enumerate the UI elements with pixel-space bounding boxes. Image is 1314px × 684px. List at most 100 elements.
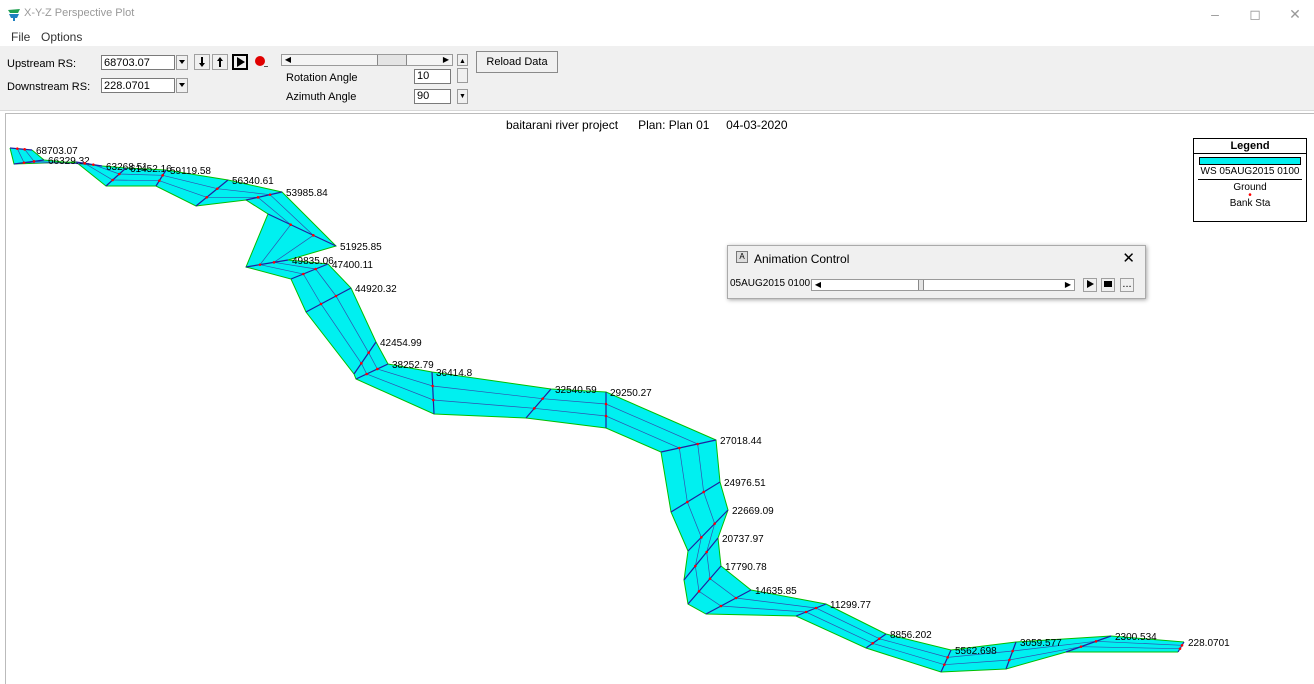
station-label: 56340.61 xyxy=(232,176,274,187)
upstream-label: Upstream RS: xyxy=(7,58,77,70)
bank-station-marker xyxy=(83,162,86,165)
legend-title: Legend xyxy=(1194,139,1306,154)
bank-station-marker xyxy=(302,272,305,276)
station-label: 29250.27 xyxy=(610,388,652,399)
bank-station-marker xyxy=(604,414,608,418)
bank-station-marker xyxy=(713,522,716,525)
rotation-spin[interactable] xyxy=(457,68,468,83)
bank-station-marker xyxy=(878,637,881,640)
arrow-up-icon xyxy=(217,57,223,67)
play-icon xyxy=(237,57,245,67)
anim-stop-button[interactable] xyxy=(1101,278,1115,292)
station-label: 8856.202 xyxy=(890,630,932,641)
azimuth-angle-input[interactable]: 90 xyxy=(414,89,451,104)
legend-ws-label: WS 05AUG2015 0100 xyxy=(1200,166,1300,177)
station-label: 27018.44 xyxy=(720,436,762,447)
bank-station-marker xyxy=(694,564,697,568)
reload-data-button[interactable]: Reload Data xyxy=(476,51,558,73)
bank-station-marker xyxy=(943,663,946,666)
bank-station-marker xyxy=(161,174,164,177)
station-label: 17790.78 xyxy=(725,562,767,573)
downstream-dropdown-icon[interactable] xyxy=(176,78,188,93)
anim-options-button[interactable]: ... xyxy=(1120,278,1134,292)
bank-station-marker xyxy=(1079,645,1083,648)
arrow-down-icon xyxy=(199,57,205,67)
step-down-button[interactable] xyxy=(194,54,210,70)
bank-station-marker xyxy=(32,160,36,163)
bank-station-marker xyxy=(334,294,338,298)
bank-station-marker xyxy=(705,550,708,554)
upstream-dropdown-icon[interactable] xyxy=(176,55,188,70)
rotation-scrollbar[interactable]: ◀ ▶ xyxy=(281,54,453,66)
menu-options[interactable]: Options xyxy=(41,30,82,44)
downstream-rs-select[interactable]: 228.0701 xyxy=(101,78,175,93)
station-label: 38252.79 xyxy=(392,360,434,371)
water-surface xyxy=(10,148,1184,672)
bank-station-marker xyxy=(319,302,323,306)
upstream-rs-select[interactable]: 68703.07 xyxy=(101,55,175,70)
bank-station-marker xyxy=(708,577,712,580)
play-button[interactable] xyxy=(232,54,248,70)
record-icon xyxy=(255,56,268,67)
scroll-left-icon[interactable]: ◀ xyxy=(282,55,294,65)
bank-station-marker xyxy=(205,196,208,199)
azimuth-angle-label: Azimuth Angle xyxy=(286,91,357,103)
close-button[interactable]: ✕ xyxy=(1280,4,1310,24)
bank-station-marker xyxy=(118,172,121,176)
bank-station-marker xyxy=(258,263,262,266)
animation-close-button[interactable]: ✕ xyxy=(1122,249,1135,267)
station-label: 11299.77 xyxy=(830,600,871,611)
river-plot-svg: 68703.0766329.3263268.5161452.1659119.58… xyxy=(9,146,1230,673)
animation-app-icon: A xyxy=(736,251,748,263)
bank-station-marker xyxy=(256,196,260,199)
bank-station-marker xyxy=(23,148,26,151)
legend: Legend WS 05AUG2015 0100 Ground • Bank S… xyxy=(1193,138,1307,222)
scroll-right-icon[interactable]: ▶ xyxy=(440,55,452,65)
legend-ws-swatch xyxy=(1199,157,1301,165)
station-label: 51925.85 xyxy=(340,242,382,253)
animation-scrollbar[interactable]: ◀ ▶ xyxy=(811,279,1075,291)
bank-station-marker xyxy=(697,590,701,593)
minimize-button[interactable]: – xyxy=(1200,4,1230,24)
bank-station-marker xyxy=(360,362,363,365)
azimuth-spin-down[interactable]: ▼ xyxy=(457,89,468,104)
anim-scroll-left-icon[interactable]: ◀ xyxy=(812,280,824,290)
bank-station-marker xyxy=(268,193,272,196)
step-up-button[interactable] xyxy=(212,54,228,70)
station-label: 66329.32 xyxy=(48,156,90,167)
play-icon xyxy=(1087,280,1094,288)
rotation-angle-label: Rotation Angle xyxy=(286,72,358,84)
bank-station-marker xyxy=(719,604,723,608)
bank-station-marker xyxy=(367,351,370,354)
menu-file[interactable]: File xyxy=(11,30,30,44)
rotation-angle-input[interactable]: 10 xyxy=(414,69,451,84)
bank-station-marker xyxy=(431,384,434,388)
record-button[interactable] xyxy=(253,54,269,70)
station-label: 61452.16 xyxy=(130,164,172,175)
station-label: 2300.534 xyxy=(1115,632,1157,643)
bank-station-marker xyxy=(312,234,315,237)
restore-button[interactable]: ◻ xyxy=(1240,4,1270,24)
anim-play-button[interactable] xyxy=(1083,278,1097,292)
menu-bar: File Options xyxy=(0,28,1314,46)
anim-scroll-right-icon[interactable]: ▶ xyxy=(1062,280,1074,290)
perspective-plot: baitarani river project Plan: Plan 01 04… xyxy=(5,113,1314,684)
station-label: 20737.97 xyxy=(722,534,764,545)
bank-station-marker xyxy=(700,536,703,539)
station-label: 14635.85 xyxy=(755,586,797,597)
station-label: 32540.59 xyxy=(555,385,597,396)
station-label: 24976.51 xyxy=(724,478,766,489)
bank-station-marker xyxy=(804,610,808,614)
animation-time: 05AUG2015 0100 xyxy=(730,278,811,289)
scroll-spin-up[interactable]: ▲ xyxy=(457,54,468,66)
legend-ground-line xyxy=(1198,179,1302,180)
bank-station-marker xyxy=(604,402,608,406)
bank-station-marker xyxy=(272,261,276,264)
bank-station-marker xyxy=(541,397,544,400)
bank-station-marker xyxy=(289,223,292,226)
station-label: 42454.99 xyxy=(380,338,422,349)
anim-scroll-thumb[interactable] xyxy=(918,280,925,290)
bank-station-marker xyxy=(22,161,26,164)
scroll-thumb[interactable] xyxy=(377,55,407,65)
bank-station-marker xyxy=(702,490,705,494)
